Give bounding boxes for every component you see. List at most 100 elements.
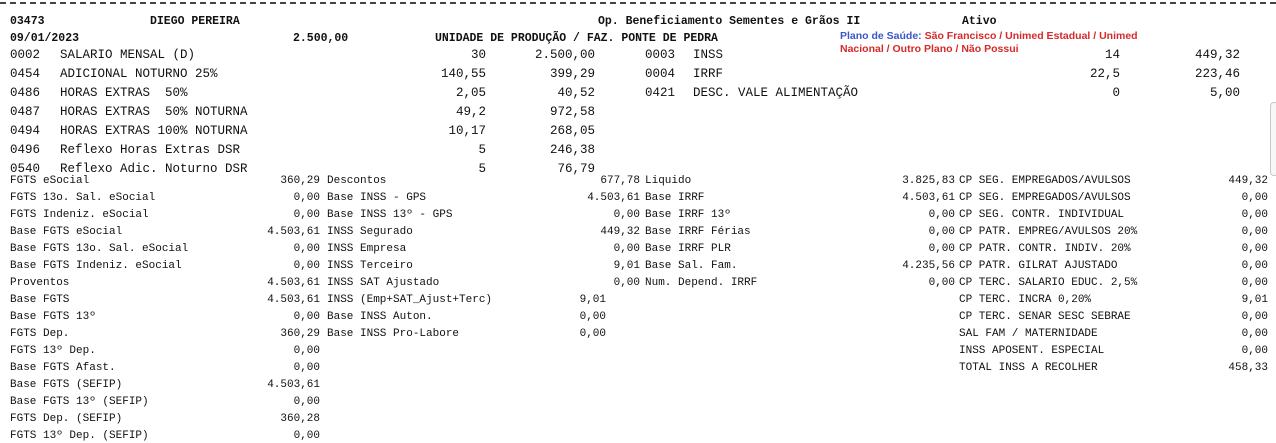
summary-value: 0,00 (293, 311, 320, 323)
earning-code: 0486 (10, 86, 41, 100)
summary-value: 0,00 (928, 226, 955, 238)
deduction-desc: IRRF (693, 67, 724, 81)
summary-value: 0,00 (613, 243, 640, 255)
earning-value: 76,79 (557, 162, 595, 176)
summary-value: 360,28 (280, 413, 320, 425)
earning-ref: 10,17 (448, 124, 486, 138)
deduction-code: 0421 (645, 86, 676, 100)
earning-ref: 140,55 (440, 67, 486, 81)
earning-desc: Reflexo Horas Extras DSR (60, 143, 241, 157)
summary-value: 677,78 (600, 175, 640, 187)
work-unit: UNIDADE DE PRODUÇÃO / FAZ. PONTE DE PEDR… (435, 32, 718, 45)
summary-label: CP PATR. CONTR. INDIV. 20% (959, 243, 1131, 255)
health-plan-note: Plano de Saúde: São Francisco / Unimed E… (840, 30, 1138, 43)
summary-value: 0,00 (1241, 192, 1268, 204)
summary-label: Base INSS Auton. (327, 311, 433, 323)
deduction-ref: 14 (1104, 48, 1120, 62)
summary-label: CP TERC. SALARIO EDUC. 2,5% (959, 277, 1138, 289)
summary-value: 360,29 (280, 175, 320, 187)
summary-label: FGTS 13º Dep. (10, 345, 96, 357)
summary-label: Base INSS - GPS (327, 192, 427, 204)
earning-ref: 2,05 (455, 86, 486, 100)
earning-code: 0496 (10, 143, 41, 157)
earning-code: 0454 (10, 67, 41, 81)
summary-label: Base FGTS 13o. Sal. eSocial (10, 243, 189, 255)
earning-code: 0487 (10, 105, 41, 119)
summary-label: Base FGTS Afast. (10, 362, 116, 374)
summary-value: 0,00 (1241, 260, 1268, 272)
summary-label: FGTS Dep. (10, 328, 70, 340)
summary-label: FGTS Indeniz. eSocial (10, 209, 149, 221)
earning-desc: ADICIONAL NOTURNO 25% (60, 67, 218, 81)
summary-value: 0,00 (293, 209, 320, 221)
earning-ref: 49,2 (455, 105, 486, 119)
health-plan-label: Plano de Saúde: (840, 30, 922, 42)
summary-label: CP TERC. SENAR SESC SEBRAE (959, 311, 1131, 323)
summary-value: 360,29 (280, 328, 320, 340)
earning-desc: HORAS EXTRAS 50% (60, 86, 188, 100)
summary-label: CP SEG. EMPREGADOS/AVULSOS (959, 175, 1131, 187)
summary-label: FGTS 13o. Sal. eSocial (10, 192, 156, 204)
summary-label: Base IRRF 13º (645, 209, 731, 221)
top-dashed-rule (0, 2, 1276, 4)
earning-code: 0002 (10, 48, 41, 62)
employee-name: DIEGO PEREIRA (150, 15, 240, 28)
summary-value: 0,00 (293, 396, 320, 408)
status-badge: Ativo (962, 15, 997, 28)
earning-ref: 5 (478, 143, 486, 157)
deduction-code: 0003 (645, 48, 676, 62)
summary-value: 9,01 (579, 294, 606, 306)
summary-label: FGTS 13º Dep. (SEFIP) (10, 430, 149, 442)
summary-label: Liquido (645, 175, 692, 187)
summary-value: 0,00 (293, 192, 320, 204)
summary-value: 0,00 (293, 243, 320, 255)
summary-value: 4.503,61 (267, 277, 320, 289)
summary-label: SAL FAM / MATERNIDADE (959, 328, 1098, 340)
deduction-ref: 0 (1112, 86, 1120, 100)
summary-label: Base INSS Pro-Labore (327, 328, 460, 340)
summary-label: INSS (Emp+SAT_Ajust+Terc) (327, 294, 493, 306)
summary-label: Base FGTS 13º (SEFIP) (10, 396, 149, 408)
base-salary: 2.500,00 (293, 32, 349, 45)
summary-value: 0,00 (613, 209, 640, 221)
summary-value: 0,00 (293, 345, 320, 357)
employee-id: 03473 (10, 15, 45, 28)
summary-label: CP PATR. EMPREG/AVULSOS 20% (959, 226, 1138, 238)
summary-value: 0,00 (928, 209, 955, 221)
summary-value: 4.503,61 (267, 379, 320, 391)
deduction-ref: 22,5 (1089, 67, 1120, 81)
summary-label: Base IRRF (645, 192, 705, 204)
deduction-desc: DESC. VALE ALIMENTAÇÃO (693, 86, 859, 100)
earning-value: 399,29 (549, 67, 595, 81)
summary-value: 0,00 (1241, 243, 1268, 255)
admission-date: 09/01/2023 (10, 32, 80, 45)
earning-code: 0494 (10, 124, 41, 138)
summary-label: Num. Depend. IRRF (645, 277, 758, 289)
summary-value: 0,00 (1241, 277, 1268, 289)
summary-label: Base Sal. Fam. (645, 260, 738, 272)
earning-code: 0540 (10, 162, 41, 176)
health-plan-options-line1: São Francisco / Unimed Estadual / Unimed (924, 30, 1138, 42)
summary-label: Descontos (327, 175, 387, 187)
deduction-value: 449,32 (1194, 48, 1240, 62)
summary-value: 449,32 (1228, 175, 1268, 187)
summary-value: 0,00 (928, 277, 955, 289)
deduction-code: 0004 (645, 67, 676, 81)
earning-ref: 5 (478, 162, 486, 176)
summary-value: 0,00 (293, 362, 320, 374)
earning-value: 268,05 (549, 124, 595, 138)
deduction-value: 5,00 (1209, 86, 1240, 100)
summary-value: 3.825,83 (902, 175, 955, 187)
summary-value: 0,00 (1241, 311, 1268, 323)
summary-value: 0,00 (1241, 345, 1268, 357)
summary-value: 0,00 (1241, 226, 1268, 238)
summary-label: INSS APOSENT. ESPECIAL (959, 345, 1105, 357)
summary-label: Base IRRF PLR (645, 243, 731, 255)
earning-desc: HORAS EXTRAS 100% NOTURNA (60, 124, 248, 138)
summary-label: INSS Segurado (327, 226, 413, 238)
summary-value: 458,33 (1228, 362, 1268, 374)
summary-label: Base IRRF Férias (645, 226, 751, 238)
summary-value: 0,00 (1241, 328, 1268, 340)
earning-ref: 30 (470, 48, 486, 62)
earning-value: 40,52 (557, 86, 595, 100)
